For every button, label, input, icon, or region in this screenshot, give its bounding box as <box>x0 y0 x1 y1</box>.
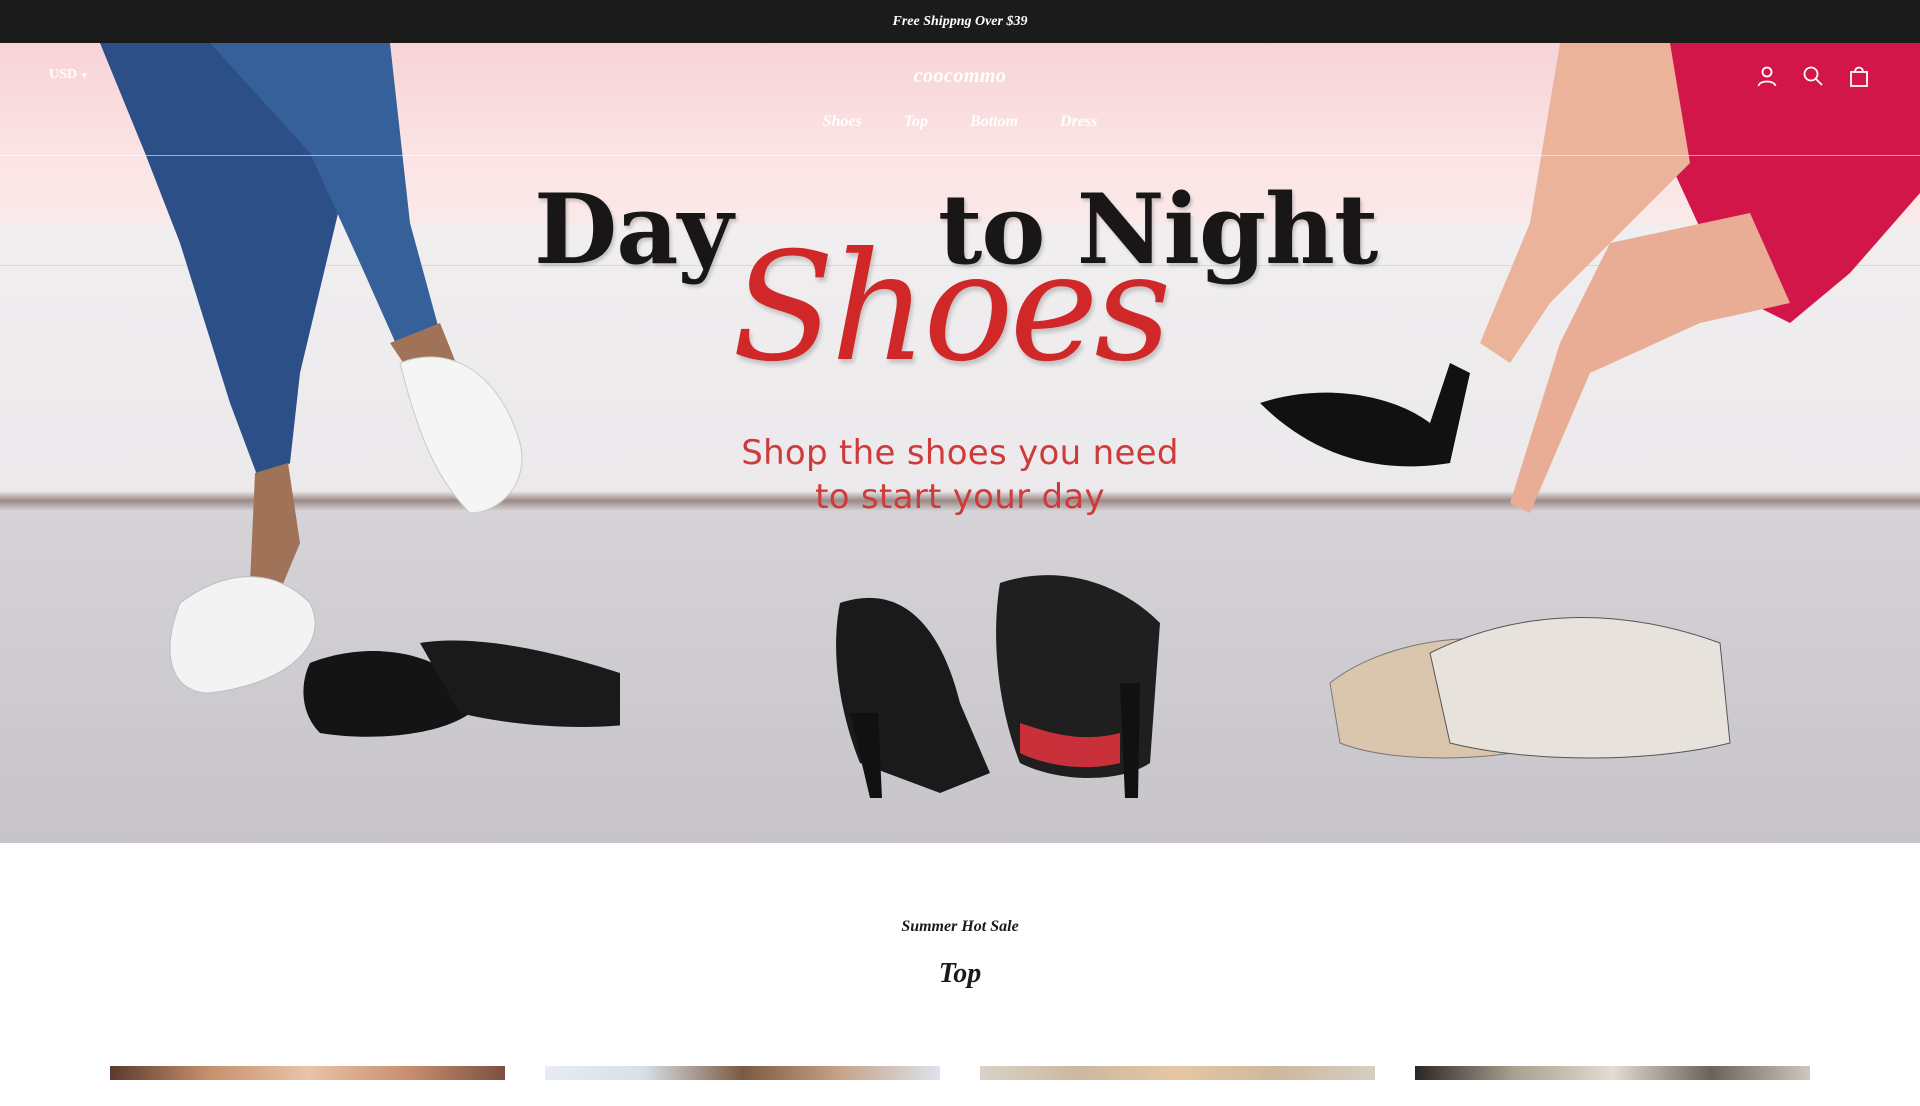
hero-subtitle-line-1: Shop the shoes you need <box>741 433 1179 473</box>
product-grid <box>110 1066 1810 1106</box>
nav-item-shoes[interactable]: Shoes <box>823 113 862 131</box>
hero-left-legs-image <box>100 43 620 737</box>
product-image <box>1415 1066 1810 1080</box>
site-header: USD ▾ coocommo Shoes Top Bottom Dress <box>0 43 1920 156</box>
cart-icon[interactable] <box>1846 63 1872 89</box>
hero-banner[interactable]: Day to Night Shoes Shop the shoes you ne… <box>0 43 1920 843</box>
product-card[interactable] <box>1415 1066 1810 1106</box>
header-actions <box>1754 63 1872 89</box>
account-icon[interactable] <box>1754 63 1780 89</box>
announcement-text: Free Shippng Over $39 <box>892 13 1028 29</box>
product-card[interactable] <box>980 1066 1375 1106</box>
site-logo[interactable]: coocommo <box>0 65 1920 88</box>
search-icon[interactable] <box>1800 63 1826 89</box>
product-image <box>545 1066 940 1080</box>
hero-title-shoes-script: Shoes <box>732 221 1171 395</box>
hero-subtitle-line-2: to start your day <box>815 477 1105 517</box>
announcement-bar: Free Shippng Over $39 <box>0 0 1920 43</box>
section-kicker: Summer Hot Sale <box>901 918 1019 935</box>
hero-center-heels-image <box>836 575 1160 798</box>
section-title: Top <box>938 958 982 989</box>
product-image <box>980 1066 1375 1080</box>
product-image <box>110 1066 505 1080</box>
nav-item-top[interactable]: Top <box>904 113 928 131</box>
main-nav: Shoes Top Bottom Dress <box>0 113 1920 131</box>
hero-title-day: Day <box>534 173 733 286</box>
hero-right-legs-image <box>1260 43 1920 759</box>
product-card[interactable] <box>110 1066 505 1106</box>
nav-item-bottom[interactable]: Bottom <box>970 113 1018 131</box>
nav-item-dress[interactable]: Dress <box>1060 113 1097 131</box>
product-card[interactable] <box>545 1066 940 1106</box>
